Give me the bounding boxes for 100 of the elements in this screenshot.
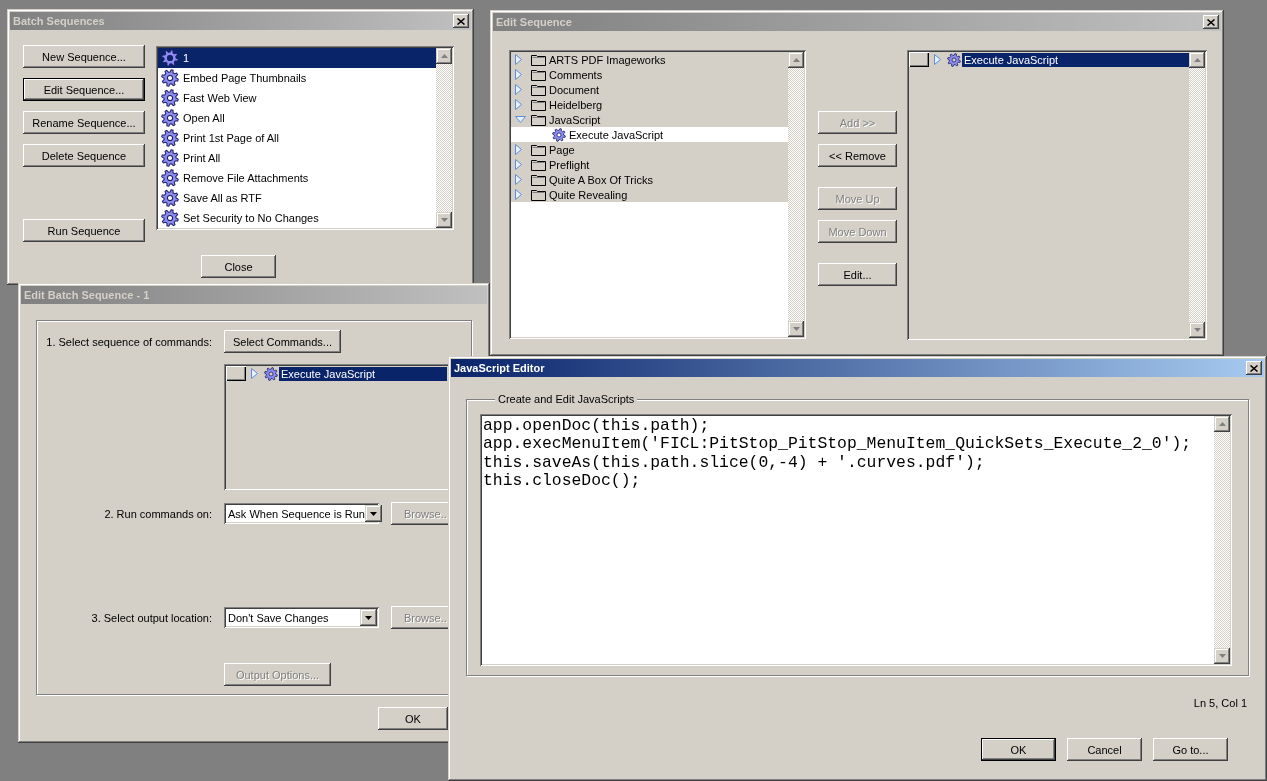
folder-icon [531,188,546,201]
close-icon [457,17,465,25]
gear-icon [161,169,179,187]
cancel-button[interactable]: Cancel [1067,738,1142,761]
down-arrow-icon [440,218,448,222]
step-label: 3. Select output location: [90,611,212,624]
down-arrow-icon [1193,328,1201,332]
expand-arrow-icon[interactable] [515,69,522,80]
sequence-list-item[interactable]: Save All as RTF [158,188,436,208]
command-item[interactable]: Execute JavaScript [279,366,447,381]
expand-arrow-icon[interactable] [515,84,522,95]
gear-icon [161,209,179,227]
gear-icon [161,109,179,127]
code-editor[interactable]: app.openDoc(this.path); app.execMenuItem('FICL:PitStop_PitStop_MenuItem_QuickSets_Execute_2_0'); this.saveAs(this.path.slice(0,-4) + '.curves.pdf'); this.closeDoc(); [480,414,1232,666]
tree-item[interactable]: ARTS PDF Imageworks [511,52,788,67]
collapse-arrow-icon[interactable] [515,116,526,123]
sequence-list-item[interactable]: Set Security to No Changes [158,208,436,228]
run-sequence-button[interactable]: Run Sequence [23,219,145,242]
scroll-up-button[interactable] [1189,52,1205,68]
edit-button[interactable]: Edit... [818,263,897,286]
folder-icon [531,83,546,96]
delete-sequence-button[interactable]: Delete Sequence [23,144,145,167]
scroll-down-button[interactable] [1214,648,1230,664]
expand-arrow-icon[interactable] [515,174,522,185]
sequence-list-item[interactable]: 1 [158,48,436,68]
select-commands-button[interactable]: Select Commands... [224,330,341,353]
sequence-list[interactable]: 1 Embed Page Thumbnails Fast Web View Open All Print 1st Page of All Print All Remove File Attachments Save All as RTF Set Security to No Changes [156,46,454,230]
expand-arrow-icon[interactable] [934,54,941,65]
output-location-dropdown[interactable]: Don't Save Changes [224,607,379,628]
remove-button[interactable]: << Remove [818,144,897,167]
scroll-up-button[interactable] [436,48,452,64]
gear-icon [264,366,278,381]
gear-icon [947,52,961,67]
scrollbar[interactable] [788,52,804,337]
folder-icon [531,98,546,111]
scroll-down-button[interactable] [788,321,804,337]
ok-button[interactable]: OK [378,707,448,730]
command-item[interactable]: Execute JavaScript [962,52,1189,67]
folder-icon [531,158,546,171]
run-on-dropdown[interactable]: Ask When Sequence is Run [224,503,379,524]
window-title: Edit Batch Sequence - 1 [24,289,150,301]
command-list[interactable]: Execute JavaScript [224,364,449,490]
close-button[interactable] [1246,361,1262,375]
down-arrow-icon [792,327,800,331]
rename-sequence-button[interactable]: Rename Sequence... [23,111,145,134]
expand-arrow-icon[interactable] [515,54,522,65]
folder-icon [531,68,546,81]
sequence-list-item[interactable]: Print 1st Page of All [158,128,436,148]
dropdown-button[interactable] [360,609,377,626]
folder-icon [531,53,546,66]
gear-icon [161,129,179,147]
edit-sequence-button[interactable]: Edit Sequence... [23,78,145,101]
checkbox[interactable] [909,52,929,67]
scroll-down-button[interactable] [1189,322,1205,338]
expand-arrow-icon[interactable] [515,159,522,170]
scroll-up-button[interactable] [1214,416,1230,432]
scrollbar[interactable] [1214,416,1230,664]
expand-arrow-icon[interactable] [515,99,522,110]
step-label: 2. Run commands on: [103,507,212,520]
sequence-list[interactable]: Execute JavaScript [907,50,1207,340]
up-arrow-icon [792,58,800,62]
expand-arrow-icon[interactable] [251,368,258,379]
scrollbar[interactable] [436,48,452,228]
close-icon [1250,364,1258,372]
folder-icon [531,143,546,156]
folder-icon [531,113,546,126]
scroll-down-button[interactable] [436,212,452,228]
sequence-list-item[interactable]: Embed Page Thumbnails [158,68,436,88]
ok-button[interactable]: OK [981,738,1056,761]
sequence-list-item[interactable]: Print All [158,148,436,168]
sequence-list-item[interactable]: Fast Web View [158,88,436,108]
window-title: Edit Sequence [496,16,572,28]
up-arrow-icon [440,54,448,58]
sequence-list-item[interactable]: Open All [158,108,436,128]
new-sequence-button[interactable]: New Sequence... [23,45,145,68]
expand-arrow-icon[interactable] [515,189,522,200]
tree-item[interactable]: Page [511,142,788,157]
scrollbar[interactable] [1189,52,1205,338]
window-title: JavaScript Editor [454,362,545,374]
caret-icon [365,615,372,620]
close-button[interactable] [1203,15,1219,29]
close-button[interactable] [453,14,469,28]
close-dialog-button[interactable]: Close [201,255,276,278]
cursor-position: Ln 5, Col 1 [1193,697,1247,710]
gear-icon [161,189,179,207]
code-text: app.openDoc(this.path); app.execMenuItem('FICL:PitStop_PitStop_MenuItem_QuickSets_Execute_2_0'); this.saveAs(this.path.slice(0,-4) + '.curves.pdf'); this.closeDoc(); [482,416,1193,491]
window-title: Batch Sequences [13,15,105,27]
sequence-list-item[interactable]: Remove File Attachments [158,168,436,188]
go-to-button[interactable]: Go to... [1153,738,1228,761]
up-arrow-icon [1193,58,1201,62]
folder-icon [531,173,546,186]
scroll-up-button[interactable] [788,52,804,68]
checkbox[interactable] [226,366,246,381]
expand-arrow-icon[interactable] [515,144,522,155]
step-label: 1. Select sequence of commands: [45,335,212,348]
caret-icon [369,511,377,516]
dropdown-button[interactable] [364,505,382,522]
group-label: Create and Edit JavaScripts [495,393,638,406]
close-icon [1207,18,1215,26]
command-tree[interactable]: ARTS PDF Imageworks Comments Document Heidelberg JavaScript Execute JavaScript Page Preflight Quite A Box Of Tricks Quite Revealing [509,50,806,339]
